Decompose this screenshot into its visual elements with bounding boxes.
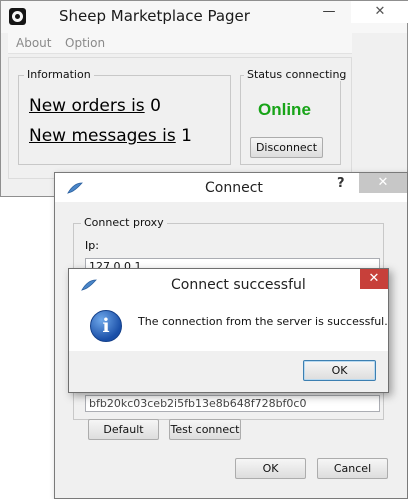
test-connect-button[interactable]: Test connect [169,419,241,440]
information-group [18,75,231,165]
connect-close-button[interactable]: ✕ [359,173,407,193]
feather-icon [67,182,83,194]
messagebox-close-button[interactable]: ✕ [360,269,388,289]
connect-titlebar[interactable]: Connect ? ✕ [55,173,407,202]
messagebox-titlebar[interactable]: Connect successful ✕ [69,269,388,298]
default-button[interactable]: Default [88,419,159,440]
pager-close-button[interactable]: ✕ [351,1,408,23]
connect-successful-messagebox: Connect successful ✕ i The connection fr… [68,268,389,393]
messagebox-text: The connection from the server is succes… [138,315,388,328]
pager-titlebar[interactable]: Sheep Marketplace Pager — ✕ [1,1,408,33]
status-group-label: Status connecting [244,68,350,81]
new-messages-row: New messages is 1 [29,126,192,146]
key-field[interactable]: bfb20kc03ceb2i5fb13e8b648f728bf0c0 [85,395,380,412]
menu-option[interactable]: Option [65,36,105,50]
connect-title: Connect [205,180,263,196]
pager-main-panel: Information New orders is 0 New messages… [8,57,352,179]
feather-icon [81,279,97,291]
pager-title: Sheep Marketplace Pager [59,7,250,25]
pager-window: Sheep Marketplace Pager — ✕ About Option… [0,0,408,197]
new-orders-link[interactable]: New orders is [29,96,145,116]
connect-cancel-button[interactable]: Cancel [317,458,388,479]
messagebox-body: i The connection from the server is succ… [69,298,388,351]
help-button[interactable]: ? [337,176,345,191]
disconnect-button[interactable]: Disconnect [250,137,323,158]
ip-label: Ip: [85,239,99,252]
minimize-button[interactable]: — [316,1,342,23]
new-orders-row: New orders is 0 [29,96,161,116]
sheep-app-icon [9,8,26,25]
status-online-text: Online [258,100,311,119]
menu-about[interactable]: About [16,36,51,50]
information-icon: i [90,310,122,342]
new-messages-count: 1 [181,126,192,146]
connect-ok-button[interactable]: OK [235,458,306,479]
pager-menubar: About Option [8,33,352,54]
new-orders-count: 0 [150,96,161,116]
messagebox-title: Connect successful [171,277,306,293]
messagebox-ok-button[interactable]: OK [303,360,376,381]
connect-proxy-label: Connect proxy [81,216,167,229]
new-messages-link[interactable]: New messages is [29,126,176,146]
information-group-label: Information [24,68,94,81]
